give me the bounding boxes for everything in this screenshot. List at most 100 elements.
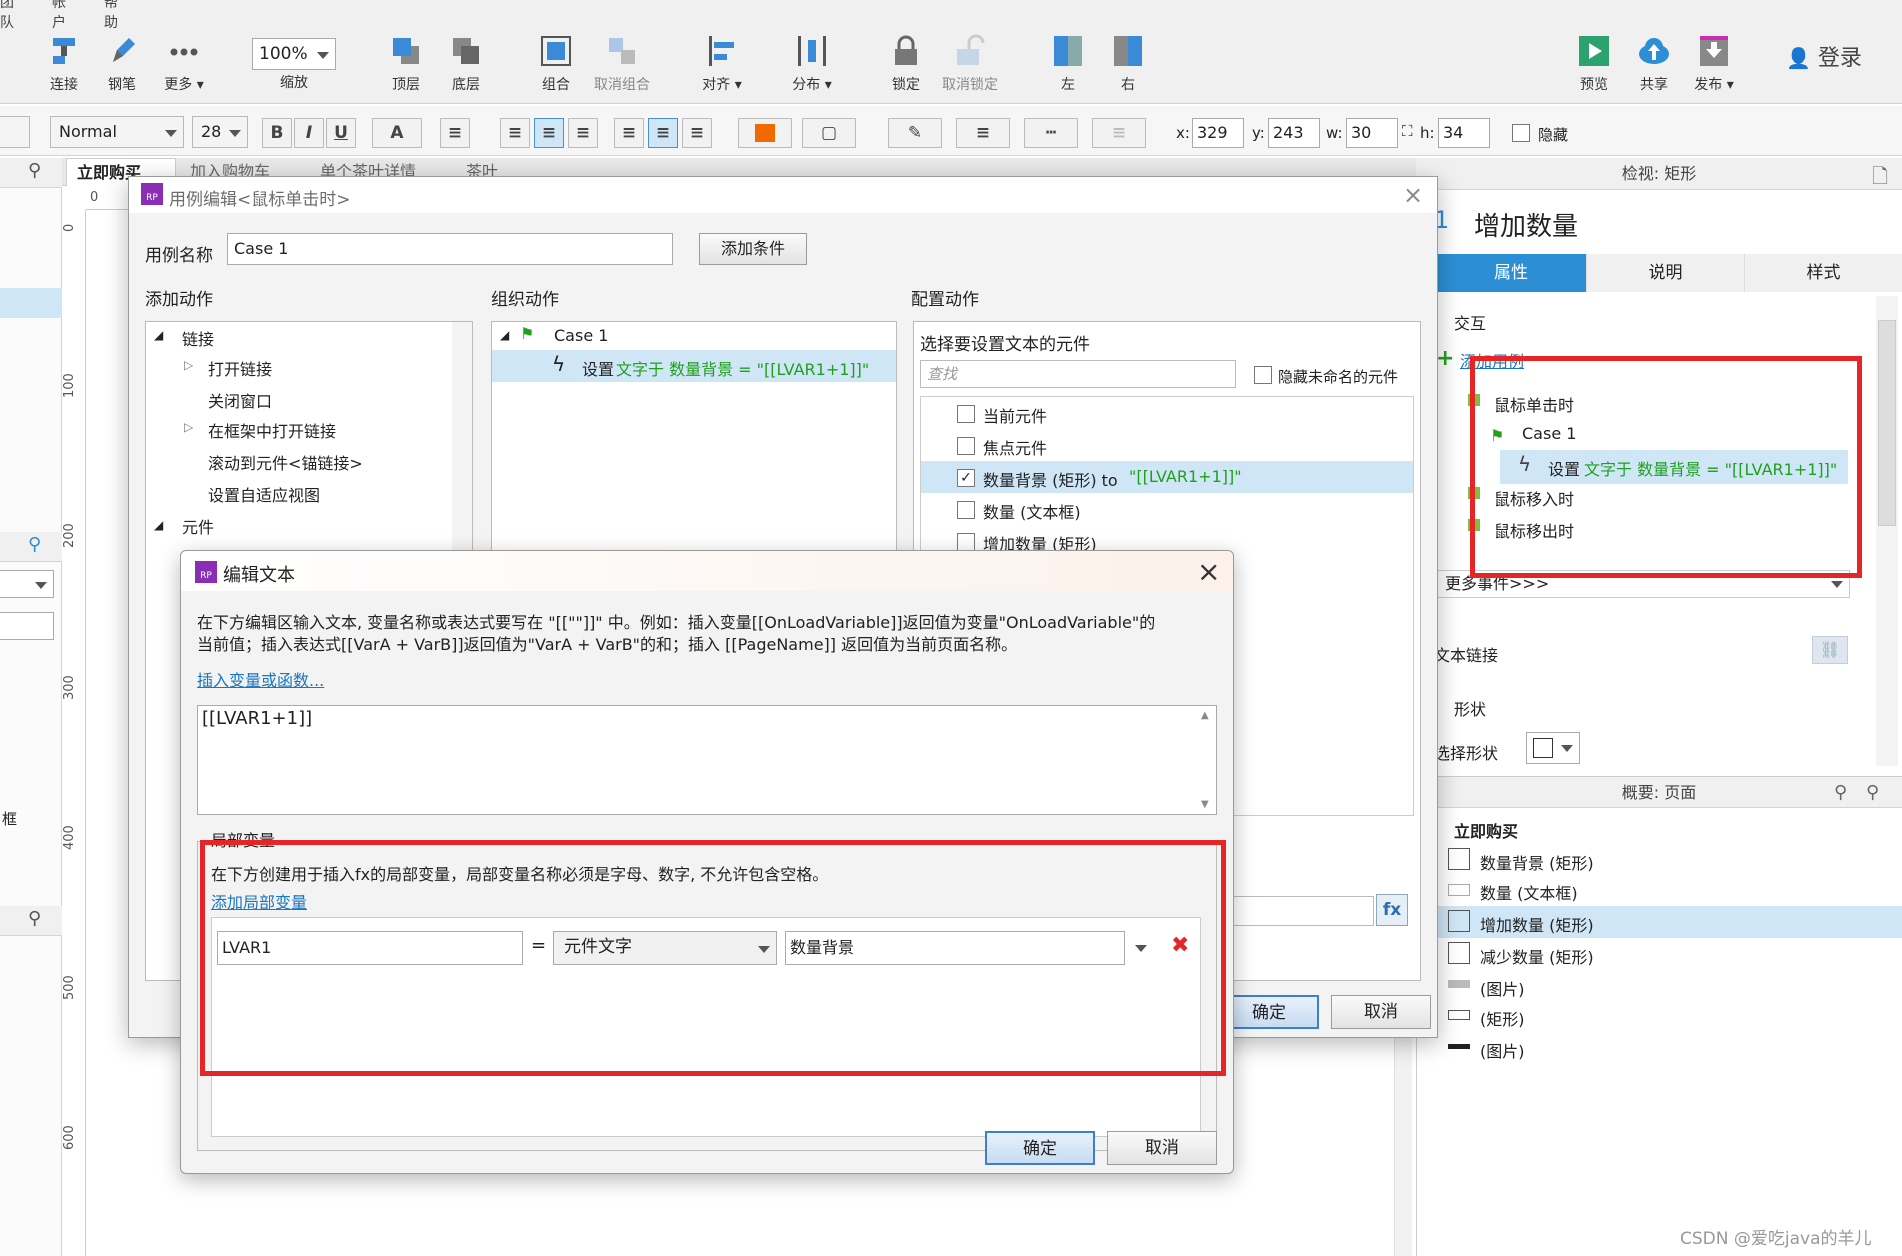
tree-scrollbar[interactable]: [452, 322, 472, 552]
section-shape[interactable]: 形状: [1454, 696, 1486, 720]
valign-middle-button[interactable]: ≡: [648, 118, 678, 148]
widget-checkbox-checked[interactable]: ✓: [957, 469, 975, 487]
y-input[interactable]: 243: [1268, 118, 1320, 148]
tree-expand-icon[interactable]: ◢: [500, 328, 509, 342]
tree-item[interactable]: 滚动到元件<锚链接>: [208, 450, 363, 474]
outline-item[interactable]: 数量背景 (矩形): [1480, 850, 1594, 874]
filter-icon[interactable]: ⚲: [1834, 782, 1847, 803]
tree-expand-icon[interactable]: ◢: [154, 518, 163, 532]
search-icon[interactable]: ⚲: [28, 908, 41, 929]
lock-ratio-icon[interactable]: ⛶: [1402, 122, 1413, 140]
outline-item[interactable]: (矩形): [1480, 1006, 1525, 1030]
search-icon[interactable]: ⚲: [28, 160, 41, 181]
inspector-tab-notes[interactable]: 说明: [1586, 254, 1744, 292]
widget-option[interactable]: 数量 (文本框): [983, 499, 1081, 523]
hide-unnamed-checkbox[interactable]: [1254, 366, 1272, 384]
hide-checkbox[interactable]: [1512, 124, 1530, 142]
widget-name[interactable]: 增加数量: [1474, 206, 1578, 243]
inspector-tab-properties[interactable]: 属性: [1436, 254, 1586, 292]
edit-ok-button[interactable]: 确定: [985, 1131, 1095, 1165]
widget-option[interactable]: 焦点元件: [983, 435, 1047, 459]
case-name-input[interactable]: Case 1: [227, 233, 673, 265]
fill-color-button[interactable]: [738, 118, 792, 148]
widget-checkbox[interactable]: [957, 501, 975, 519]
widget-checkbox[interactable]: [957, 533, 975, 551]
login-button[interactable]: 👤 登录: [1786, 40, 1862, 72]
section-interact[interactable]: 交互: [1454, 310, 1486, 334]
organize-case[interactable]: Case 1: [554, 326, 608, 345]
close-icon[interactable]: ×: [1197, 555, 1220, 588]
line-color-button[interactable]: ✎: [888, 118, 942, 148]
library-select[interactable]: [0, 570, 54, 598]
shape-select[interactable]: [1526, 732, 1580, 764]
editor-scrollbar[interactable]: ▲ ▼: [1198, 706, 1216, 814]
send-back-button[interactable]: 底层: [428, 34, 504, 94]
line-style-button[interactable]: ┅: [1024, 118, 1078, 148]
align-center-button[interactable]: ≡: [534, 118, 564, 148]
edit-cancel-button[interactable]: 取消: [1107, 1131, 1217, 1165]
align-button[interactable]: 对齐 ▾: [684, 34, 760, 94]
underline-button[interactable]: U: [326, 118, 356, 148]
case-cancel-button[interactable]: 取消: [1331, 995, 1431, 1029]
line-width-button[interactable]: ≡: [956, 118, 1010, 148]
menu-item[interactable]: 帮助: [104, 0, 118, 32]
menu-item[interactable]: 团队: [0, 0, 14, 32]
tree-item[interactable]: 在框架中打开链接: [208, 418, 336, 442]
outline-item[interactable]: 减少数量 (矩形): [1480, 944, 1594, 968]
tree-item[interactable]: 打开链接: [208, 356, 272, 380]
tree-collapse-icon[interactable]: ▷: [184, 420, 193, 434]
font-size-select[interactable]: 28: [192, 116, 248, 148]
tree-expand-icon[interactable]: ◢: [154, 328, 163, 342]
x-input[interactable]: 329: [1192, 118, 1244, 148]
tree-item-widget[interactable]: 元件: [182, 514, 214, 538]
outline-item[interactable]: (图片): [1480, 976, 1525, 1000]
widget-checkbox[interactable]: [957, 405, 975, 423]
align-right-button[interactable]: ≡: [568, 118, 598, 148]
search-icon[interactable]: ⚲: [28, 534, 41, 555]
case-ok-button[interactable]: 确定: [1219, 995, 1319, 1029]
inspector-scrollbar[interactable]: [1876, 296, 1898, 766]
outline-item[interactable]: (图片): [1480, 1038, 1525, 1062]
distribute-button[interactable]: 分布 ▾: [774, 34, 850, 94]
menu-item[interactable]: 帐户: [52, 0, 66, 32]
shadow-button[interactable]: ▢: [802, 118, 856, 148]
tree-item-link[interactable]: 链接: [182, 326, 214, 350]
scroll-thumb[interactable]: [1878, 320, 1896, 526]
valign-top-button[interactable]: ≡: [614, 118, 644, 148]
text-editor[interactable]: [[LVAR1+1]] ▲ ▼: [197, 705, 1217, 815]
arrow-style-button[interactable]: ≡: [1092, 118, 1146, 148]
group-button[interactable]: 组合: [518, 34, 594, 94]
tree-collapse-icon[interactable]: ▷: [184, 358, 193, 372]
italic-button[interactable]: I: [294, 118, 324, 148]
tree-item[interactable]: 关闭窗口: [208, 388, 272, 412]
widget-search-input[interactable]: 查找: [920, 360, 1236, 388]
library-search[interactable]: [0, 612, 54, 640]
widget-option[interactable]: 当前元件: [983, 403, 1047, 427]
text-value-input[interactable]: ]: [1214, 896, 1374, 926]
font-color-button[interactable]: A: [372, 118, 422, 148]
widget-option[interactable]: 数量背景 (矩形) to: [983, 467, 1118, 491]
add-condition-button[interactable]: 添加条件: [699, 233, 807, 265]
outline-page[interactable]: 立即购买: [1454, 818, 1518, 842]
w-input[interactable]: 30: [1346, 118, 1398, 148]
bullet-list-button[interactable]: ≡: [440, 118, 470, 148]
bold-button[interactable]: B: [262, 118, 292, 148]
ungroup-button[interactable]: 取消组合: [584, 34, 660, 94]
more-button[interactable]: 更多 ▾: [146, 34, 222, 94]
fx-button[interactable]: fx: [1376, 894, 1408, 926]
outline-item[interactable]: 增加数量 (矩形): [1480, 912, 1594, 936]
widget-checkbox[interactable]: [957, 437, 975, 455]
close-icon[interactable]: ×: [1403, 181, 1423, 209]
insert-variable-link[interactable]: 插入变量或函数...: [197, 667, 324, 691]
style-select[interactable]: [0, 116, 30, 148]
zoom-select[interactable]: 100%: [252, 38, 336, 70]
unlock-button[interactable]: 取消锁定: [932, 34, 1008, 94]
search-icon[interactable]: ⚲: [1866, 782, 1879, 803]
h-input[interactable]: 34: [1438, 118, 1490, 148]
page-icon[interactable]: 🗋: [1872, 162, 1888, 196]
tree-item[interactable]: 设置自适应视图: [208, 482, 320, 506]
inspector-tab-style[interactable]: 样式: [1744, 254, 1902, 292]
text-style-select[interactable]: Normal: [50, 116, 184, 148]
page-selected-row[interactable]: [0, 288, 62, 318]
publish-button[interactable]: 发布 ▾: [1676, 34, 1752, 94]
